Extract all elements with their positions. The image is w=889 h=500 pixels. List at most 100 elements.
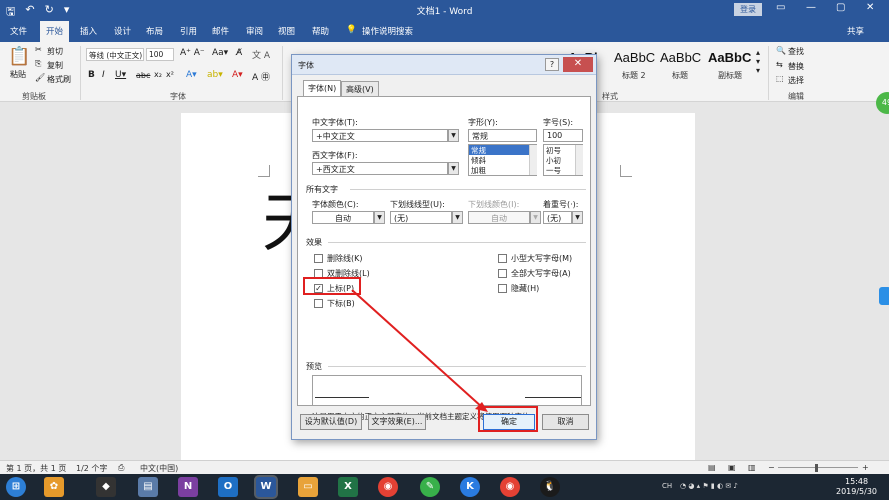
language-indicator[interactable]: 中文(中国) (140, 463, 178, 474)
list-item[interactable]: 常规 (469, 145, 536, 155)
chevron-down-icon[interactable]: ▼ (448, 129, 459, 142)
outlook-icon[interactable]: O (218, 477, 238, 497)
tab-layout[interactable]: 布局 (146, 25, 163, 37)
font-style-list[interactable]: 常规 倾斜 加粗 (468, 144, 537, 176)
clock[interactable]: 15:48 2019/5/30 (836, 477, 877, 497)
scrollbar[interactable] (575, 145, 583, 175)
format-painter-icon[interactable]: 🖌 (35, 73, 45, 82)
underline-color-select[interactable]: 自动 (468, 211, 530, 224)
find-icon[interactable]: 🔍 (776, 46, 786, 55)
chevron-down-icon[interactable]: ▼ (448, 162, 459, 175)
text-effects-icon[interactable]: A▾ (186, 70, 197, 80)
read-mode-icon[interactable]: ▤ (708, 463, 716, 472)
style-heading2-sample[interactable]: AaBbC (614, 50, 655, 65)
replace-icon[interactable]: ⇆ (776, 60, 783, 69)
set-default-button[interactable]: 设为默认值(D) (300, 414, 362, 430)
chevron-down-icon[interactable]: ▼ (452, 211, 463, 224)
cn-font-input[interactable]: +中文正文 (312, 129, 448, 142)
excel-icon[interactable]: X (338, 477, 358, 497)
tab-home[interactable]: 开始 (40, 21, 70, 42)
font-color-select[interactable]: 自动 (312, 211, 374, 224)
replace-button[interactable]: 替换 (788, 61, 804, 72)
list-item[interactable]: 倾斜 (469, 155, 536, 165)
share-button[interactable]: 共享 (847, 25, 864, 37)
all-caps-checkbox[interactable] (498, 269, 507, 278)
emphasis-select[interactable]: (无) (543, 211, 572, 224)
western-font-input[interactable]: +西文正文 (312, 162, 448, 175)
proofing-icon[interactable]: ⎙ (118, 463, 124, 473)
underline-icon[interactable]: U▾ (115, 70, 126, 80)
print-layout-icon[interactable]: ▣ (728, 463, 736, 472)
cut-icon[interactable]: ✂ (35, 45, 42, 54)
minimize-icon[interactable]: — (806, 2, 816, 13)
tell-me-search[interactable]: 操作说明搜索 (362, 25, 413, 37)
small-caps-checkbox[interactable] (498, 254, 507, 263)
tray-icons[interactable]: ◔ ◕ ▴ ⚑ ▮ ◐ ✉ ♪ (680, 482, 738, 490)
word-icon[interactable]: W (256, 477, 276, 497)
folder-icon[interactable]: ▭ (298, 477, 318, 497)
format-painter-button[interactable]: 格式刷 (47, 74, 71, 85)
app-icon-2[interactable]: ◆ (96, 477, 116, 497)
chrome-icon[interactable]: ◉ (378, 477, 398, 497)
font-color-icon[interactable]: A▾ (232, 70, 243, 80)
subscript-icon[interactable]: x₂ (154, 70, 162, 79)
ribbon-display-icon[interactable]: ▭ (776, 2, 785, 13)
tab-design[interactable]: 设计 (114, 25, 131, 37)
qq-icon[interactable]: 🐧 (540, 477, 560, 497)
hidden-checkbox[interactable] (498, 284, 507, 293)
zoom-out-icon[interactable]: − (768, 463, 775, 472)
tab-advanced[interactable]: 高级(V) (341, 81, 379, 96)
font-size-combo[interactable]: 100 (146, 48, 174, 61)
superscript-icon[interactable]: x² (166, 70, 174, 79)
word-count[interactable]: 1/2 个字 (76, 463, 107, 474)
grow-font-icon[interactable]: A⁺ A⁻ (180, 48, 205, 58)
scrollbar[interactable] (529, 145, 537, 175)
chevron-down-icon[interactable]: ▼ (572, 211, 583, 224)
highlight-icon[interactable]: ab▾ (207, 70, 223, 80)
clear-formatting-icon[interactable]: A̸ (236, 48, 242, 58)
copy-icon[interactable]: ⎘ (35, 59, 41, 69)
font-name-combo[interactable]: 等线 (中文正文) (86, 48, 144, 61)
browser-icon[interactable]: ◉ (500, 477, 520, 497)
char-shading-icon[interactable]: A ㊥ (252, 70, 270, 83)
text-effects-button[interactable]: 文字效果(E)... (368, 414, 426, 430)
floating-badge[interactable]: 49 (876, 92, 889, 114)
page-count[interactable]: 第 1 页，共 1 页 (6, 463, 66, 474)
style-title-sample[interactable]: AaBbC (660, 50, 701, 65)
tab-references[interactable]: 引用 (180, 25, 197, 37)
dialog-help-button[interactable]: ? (545, 58, 559, 71)
styles-scroll-icon[interactable]: ▴ ▾ ▾ (756, 48, 760, 75)
underline-style-select[interactable]: (无) (390, 211, 452, 224)
tab-font[interactable]: 字体(N) (303, 80, 342, 97)
paste-icon[interactable]: 📋 (8, 46, 30, 67)
dialog-close-button[interactable]: ✕ (563, 57, 593, 72)
paste-button[interactable]: 粘贴 (10, 69, 26, 80)
tab-insert[interactable]: 插入 (80, 25, 97, 37)
tab-view[interactable]: 视图 (278, 25, 295, 37)
chevron-down-icon[interactable]: ▼ (530, 211, 541, 224)
phonetic-guide-icon[interactable]: 文 A (252, 48, 270, 61)
zoom-thumb[interactable] (815, 464, 818, 472)
app-icon-1[interactable]: ✿ (44, 477, 64, 497)
tab-file[interactable]: 文件 (10, 25, 27, 37)
chevron-down-icon[interactable]: ▼ (374, 211, 385, 224)
zoom-in-icon[interactable]: + (862, 463, 869, 472)
strikethrough-icon[interactable]: abc (136, 71, 150, 80)
italic-icon[interactable]: I (102, 70, 105, 80)
maximize-icon[interactable]: ▢ (836, 2, 845, 13)
list-item[interactable]: 加粗 (469, 165, 536, 175)
cancel-button[interactable]: 取消 (542, 414, 589, 430)
change-case-icon[interactable]: Aa▾ (212, 48, 228, 58)
login-button[interactable]: 登录 (734, 3, 762, 16)
strikethrough-checkbox[interactable] (314, 254, 323, 263)
select-icon[interactable]: ⬚ (776, 74, 784, 83)
tab-review[interactable]: 审阅 (246, 25, 263, 37)
close-icon[interactable]: ✕ (866, 2, 874, 13)
font-size-input[interactable]: 100 (543, 129, 583, 142)
copy-button[interactable]: 复制 (47, 60, 63, 71)
tab-help[interactable]: 帮助 (312, 25, 329, 37)
font-style-input[interactable]: 常规 (468, 129, 537, 142)
web-layout-icon[interactable]: ▥ (748, 463, 756, 472)
zoom-slider[interactable] (778, 467, 858, 468)
app-icon-3[interactable]: ▤ (138, 477, 158, 497)
